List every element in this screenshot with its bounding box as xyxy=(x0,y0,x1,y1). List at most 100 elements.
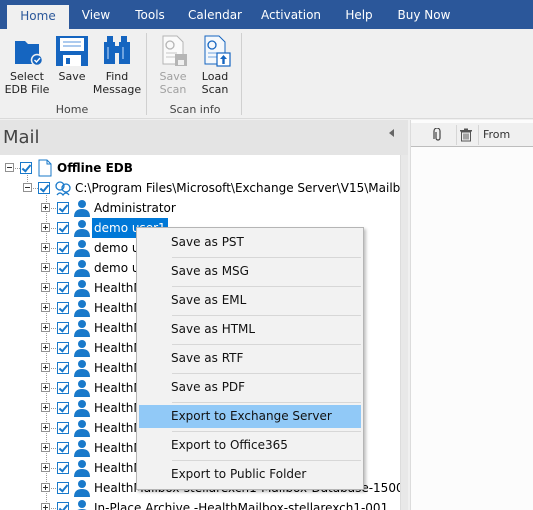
save-scan-button[interactable]: Save Scan xyxy=(155,33,191,96)
context-menu-item[interactable]: Save as PST xyxy=(139,231,361,254)
load-scan-button[interactable]: Load Scan xyxy=(197,33,233,96)
expand-toggle[interactable] xyxy=(41,423,50,432)
user-icon xyxy=(73,319,91,337)
checkbox[interactable] xyxy=(57,442,69,454)
expand-toggle[interactable] xyxy=(41,483,50,492)
expand-toggle[interactable] xyxy=(41,323,50,332)
context-menu-item[interactable]: Export to Public Folder xyxy=(139,463,361,486)
select-edb-file-button[interactable]: Select EDB File xyxy=(4,33,50,96)
folder-check-icon xyxy=(9,33,45,67)
checkbox[interactable] xyxy=(57,362,69,374)
column-attachment[interactable] xyxy=(433,123,447,147)
menu-separator xyxy=(172,460,361,461)
checkbox[interactable] xyxy=(57,282,69,294)
checkbox[interactable] xyxy=(57,422,69,434)
select-edb-file-label-2: EDB File xyxy=(4,83,50,96)
checkbox[interactable] xyxy=(38,182,50,194)
load-scan-label-2: Scan xyxy=(201,83,229,96)
collapse-toggle[interactable] xyxy=(5,163,14,172)
checkbox[interactable] xyxy=(57,402,69,414)
expand-toggle[interactable] xyxy=(41,223,50,232)
checkbox[interactable] xyxy=(57,502,69,510)
save-button[interactable]: Save xyxy=(54,33,90,83)
user-icon xyxy=(73,219,91,237)
vertical-scrollbar[interactable] xyxy=(400,155,408,510)
binoculars-icon xyxy=(99,33,135,67)
expand-toggle[interactable] xyxy=(41,243,50,252)
expand-toggle[interactable] xyxy=(41,463,50,472)
document-icon xyxy=(36,159,54,177)
column-separator[interactable] xyxy=(456,125,457,145)
tab-tools[interactable]: Tools xyxy=(124,0,176,29)
user-icon xyxy=(73,239,91,257)
save-scan-label-2: Scan xyxy=(159,83,187,96)
trash-icon xyxy=(459,128,473,145)
save-scan-label-1: Save xyxy=(159,70,187,83)
tab-calendar[interactable]: Calendar xyxy=(182,0,248,29)
expand-toggle[interactable] xyxy=(41,263,50,272)
expand-toggle[interactable] xyxy=(41,443,50,452)
checkbox[interactable] xyxy=(57,322,69,334)
group-separator xyxy=(146,33,147,115)
checkbox[interactable] xyxy=(20,162,32,174)
checkbox[interactable] xyxy=(57,462,69,474)
tab-view[interactable]: View xyxy=(72,0,120,29)
tree-node-database[interactable]: C:\Program Files\Microsoft\Exchange Serv… xyxy=(0,178,400,198)
user-icon xyxy=(73,479,91,497)
context-menu-item[interactable]: Export to Office365 xyxy=(139,434,361,457)
checkbox[interactable] xyxy=(57,202,69,214)
tree-node-mailbox[interactable]: In-Place Archive -HealthMailbox-stellare… xyxy=(0,498,400,510)
find-message-label-1: Find xyxy=(105,70,129,83)
context-menu-item[interactable]: Save as HTML xyxy=(139,318,361,341)
message-list-pane: From xyxy=(410,120,533,510)
tree-node-mailbox[interactable]: Administrator xyxy=(0,198,400,218)
floppy-disk-icon xyxy=(54,33,90,67)
expand-toggle[interactable] xyxy=(41,203,50,212)
mailbox-db-icon xyxy=(54,179,72,197)
tab-activation[interactable]: Activation xyxy=(258,0,324,29)
expand-toggle[interactable] xyxy=(41,383,50,392)
tree-node-offline-edb[interactable]: Offline EDB xyxy=(0,158,400,178)
menu-separator xyxy=(172,373,361,374)
find-message-button[interactable]: Find Message xyxy=(92,33,142,96)
menu-tab-bar: Home View Tools Calendar Activation Help… xyxy=(0,0,533,29)
expand-toggle[interactable] xyxy=(41,283,50,292)
collapse-toggle[interactable] xyxy=(23,183,32,192)
tree-node-label: Administrator xyxy=(94,201,176,215)
column-separator[interactable] xyxy=(478,125,479,145)
group-separator xyxy=(241,33,242,115)
collapse-pane-icon[interactable] xyxy=(389,129,394,137)
tab-help[interactable]: Help xyxy=(339,0,379,29)
checkbox[interactable] xyxy=(57,242,69,254)
context-menu: Save as PST Save as MSG Save as EML Save as… xyxy=(136,227,364,490)
tree-node-label: Offline EDB xyxy=(57,161,133,175)
context-menu-item[interactable]: Save as EML xyxy=(139,289,361,312)
context-menu-item[interactable]: Save as MSG xyxy=(139,260,361,283)
expand-toggle[interactable] xyxy=(41,363,50,372)
tab-buy-now[interactable]: Buy Now xyxy=(393,0,455,29)
checkbox[interactable] xyxy=(57,222,69,234)
context-menu-item[interactable]: Save as PDF xyxy=(139,376,361,399)
load-scan-icon xyxy=(197,33,233,67)
expand-toggle[interactable] xyxy=(41,343,50,352)
menu-separator xyxy=(172,286,361,287)
checkbox[interactable] xyxy=(57,302,69,314)
context-menu-item[interactable]: Save as RTF xyxy=(139,347,361,370)
tab-home[interactable]: Home xyxy=(7,5,69,29)
column-deleted[interactable] xyxy=(459,123,475,147)
menu-separator xyxy=(172,402,361,403)
mail-pane-header: Mail xyxy=(0,120,408,155)
expand-toggle[interactable] xyxy=(41,503,50,510)
save-scan-icon xyxy=(155,33,191,67)
user-icon xyxy=(73,439,91,457)
context-menu-item[interactable]: Export to Exchange Server xyxy=(139,405,361,428)
checkbox[interactable] xyxy=(57,262,69,274)
checkbox[interactable] xyxy=(57,382,69,394)
expand-toggle[interactable] xyxy=(41,403,50,412)
scan-info-group-label: Scan info xyxy=(169,103,221,116)
checkbox[interactable] xyxy=(57,482,69,494)
checkbox[interactable] xyxy=(57,342,69,354)
column-from[interactable]: From xyxy=(483,123,533,147)
tree-node-label: In-Place Archive -HealthMailbox-stellare… xyxy=(94,501,389,510)
expand-toggle[interactable] xyxy=(41,303,50,312)
